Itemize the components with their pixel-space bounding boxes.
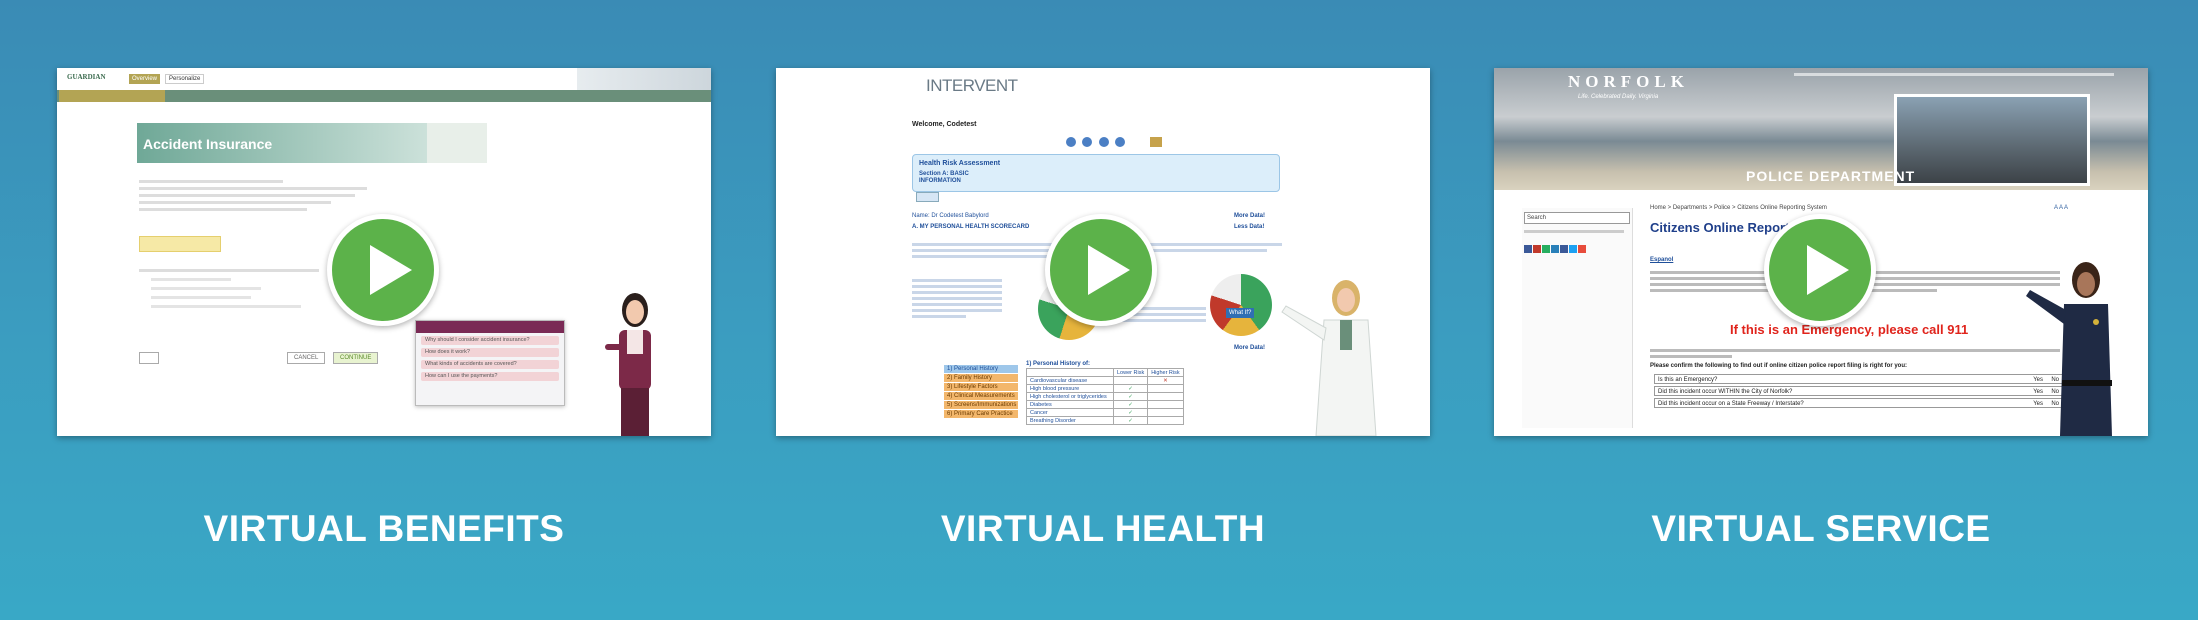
side-panel: [427, 123, 487, 163]
col-header: Lower Risk: [1112, 368, 1149, 377]
question-row[interactable]: Did this incident occur on a State Freew…: [1654, 398, 2064, 408]
play-button[interactable]: [327, 214, 439, 326]
text-block: [139, 176, 379, 215]
question-row[interactable]: Is this an Emergency? Yes No: [1654, 374, 2064, 384]
logo: INTERVENT: [926, 76, 1018, 95]
whatif-gauge[interactable]: What If?: [1210, 274, 1272, 336]
section-heading: A. MY PERSONAL HEALTH SCORECARD: [912, 224, 1030, 230]
tab-personalize[interactable]: Personalize: [165, 74, 205, 84]
video-thumbnail-health[interactable]: INTERVENT Welcome, Codetest Health Risk …: [776, 68, 1430, 436]
search-input[interactable]: Search: [1524, 212, 1630, 224]
site-banner: NORFOLK Life. Celebrated Daily. Virginia…: [1494, 68, 2148, 190]
play-icon: [370, 245, 412, 295]
avatar-doctor: [1281, 280, 1377, 436]
welcome-text: Welcome, Codetest: [912, 121, 977, 128]
breadcrumb[interactable]: Home > Departments > Police > Citizens O…: [1650, 204, 1827, 212]
video-thumbnail-benefits[interactable]: GUARDIAN Overview Personalize Accident I…: [57, 68, 711, 436]
question-label: Did this incident occur WITHIN the City …: [1658, 389, 1793, 395]
play-icon: [1088, 245, 1130, 295]
nav-band: [57, 90, 711, 102]
category-tab[interactable]: 3) Lifestyle Factors: [944, 383, 1018, 391]
history-title: 1) Personal History of:: [1026, 361, 1091, 367]
question-row[interactable]: Did this incident occur WITHIN the City …: [1654, 386, 2064, 396]
chat-question[interactable]: How can I use the payments?: [421, 372, 559, 381]
category-tab[interactable]: 4) Clinical Measurements: [944, 392, 1018, 400]
table-cell: Cancer: [1026, 408, 1114, 417]
radio-options[interactable]: [139, 264, 339, 314]
confirm-text: Please confirm the following to find out…: [1650, 363, 1908, 369]
assessment-box: Health Risk Assessment Section A: BASIC …: [912, 154, 1280, 192]
question-label: Is this an Emergency?: [1658, 377, 1718, 383]
score-text: [912, 276, 1002, 321]
play-button[interactable]: [1764, 214, 1876, 326]
caption-benefits: VIRTUAL BENEFITS: [203, 508, 565, 549]
name-line: Name: Dr Codetest Babylord: [912, 213, 989, 219]
caption-service: VIRTUAL SERVICE: [1651, 508, 1991, 549]
more-data-link[interactable]: More Data!: [1234, 344, 1265, 352]
table-cell: High blood pressure: [1026, 384, 1114, 393]
site-tagline: Life. Celebrated Daily. Virginia: [1578, 94, 1659, 100]
social-icons[interactable]: [1524, 240, 1586, 258]
emergency-notice: If this is an Emergency, please call 911: [1730, 322, 1969, 337]
avatar-woman: [605, 293, 651, 436]
sidebar: Search: [1522, 208, 1633, 428]
tab-overview[interactable]: Overview: [129, 74, 161, 84]
table-cell: Diabetes: [1026, 400, 1114, 409]
box-title: Health Risk Assessment: [919, 160, 1001, 167]
espanol-link[interactable]: Espanol: [1650, 256, 1673, 264]
avatar-officer: [2026, 262, 2112, 436]
cancel-button[interactable]: CANCEL: [287, 352, 326, 364]
dept-title: POLICE DEPARTMENT: [1746, 168, 1916, 184]
category-tab[interactable]: 2) Family History: [944, 374, 1018, 382]
history-button[interactable]: [916, 192, 940, 202]
play-icon: [1807, 245, 1849, 295]
more-data-link[interactable]: More Data!: [1234, 212, 1265, 220]
caption-health: VIRTUAL HEALTH: [940, 508, 1266, 549]
site-title: NORFOLK: [1568, 72, 1689, 91]
top-nav[interactable]: [1794, 70, 2114, 78]
bottom-strip: [0, 620, 2198, 634]
whatif-label: What If?: [1226, 308, 1255, 318]
choose-plan-button[interactable]: [139, 236, 221, 252]
table-cell: High cholesterol or triglycerides: [1026, 392, 1114, 401]
chat-question[interactable]: Why should I consider accident insurance…: [421, 336, 559, 345]
category-tabs[interactable]: 1) Personal History 2) Family History 3)…: [944, 364, 1018, 419]
question-label: Did this incident occur on a State Freew…: [1658, 401, 1804, 407]
history-table: Lower Risk Higher Risk Cardiovascular dis…: [1026, 368, 1184, 425]
table-cell: Cardiovascular disease: [1026, 376, 1114, 385]
category-tab[interactable]: 6) Primary Care Practice: [944, 410, 1018, 418]
toolbar-icons[interactable]: [1066, 134, 1162, 152]
less-data-link[interactable]: Less Data!: [1234, 223, 1264, 231]
back-button[interactable]: [139, 352, 159, 364]
panel-header: Accident Insurance: [137, 123, 437, 163]
chat-question[interactable]: What kinds of accidents are covered?: [421, 360, 559, 369]
text-size-icons[interactable]: A A A: [2054, 204, 2068, 212]
instruction-text: [1650, 346, 2060, 361]
continue-button[interactable]: CONTINUE: [333, 352, 379, 364]
page-heading: Citizens Online Report: [1650, 220, 1790, 235]
box-sub: INFORMATION: [919, 178, 961, 184]
crowd-photo: [1894, 94, 2090, 186]
category-tab[interactable]: 5) Screens/Immunizations: [944, 401, 1018, 409]
category-tab[interactable]: 1) Personal History: [944, 365, 1018, 373]
table-cell: Breathing Disorder: [1026, 416, 1114, 425]
chat-question[interactable]: How does it work?: [421, 348, 559, 357]
logo: GUARDIAN: [67, 73, 106, 81]
chat-panel[interactable]: Why should I consider accident insurance…: [415, 320, 565, 406]
col-header: Higher Risk: [1147, 368, 1184, 377]
video-thumbnail-service[interactable]: NORFOLK Life. Celebrated Daily. Virginia…: [1494, 68, 2148, 436]
play-button[interactable]: [1045, 214, 1157, 326]
chat-header: [416, 321, 564, 333]
panel-title: Accident Insurance: [143, 136, 273, 152]
